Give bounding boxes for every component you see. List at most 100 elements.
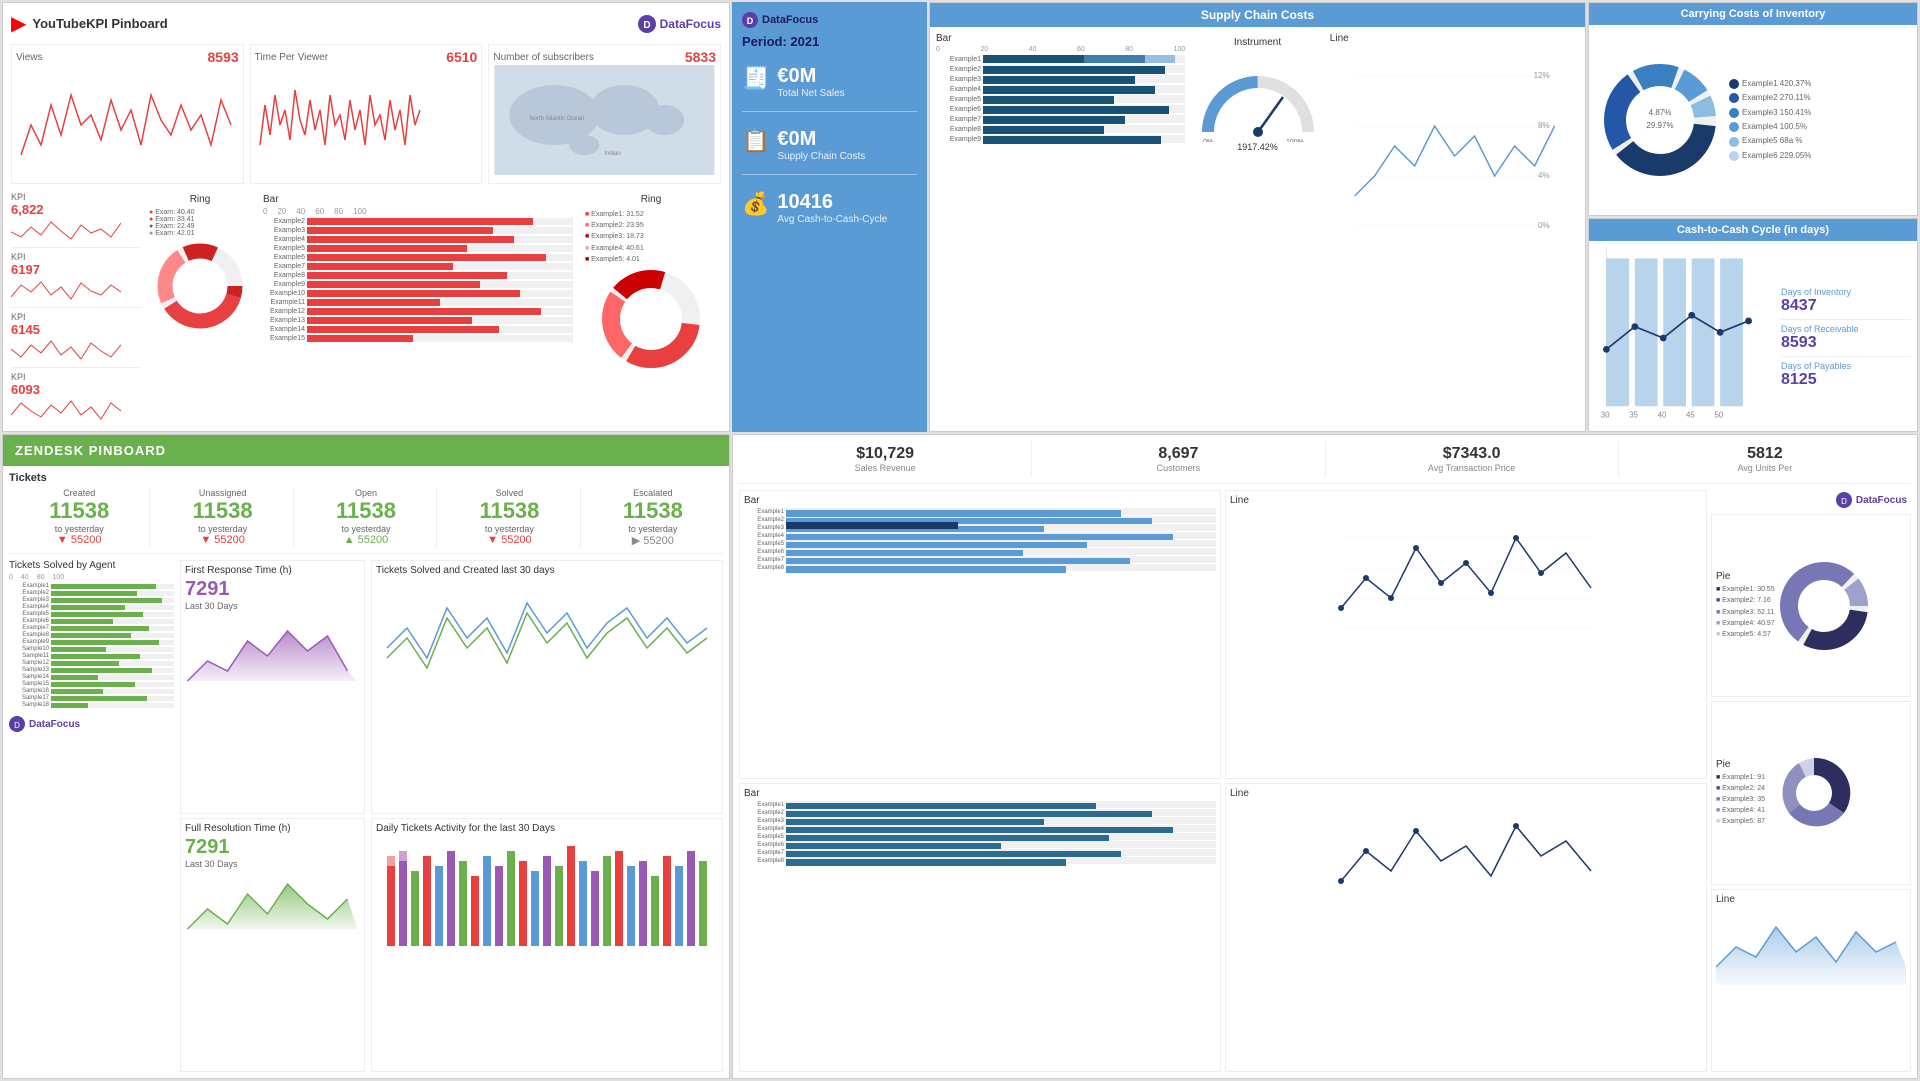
full-resolution-title: Full Resolution Time (h) [185, 823, 360, 834]
first-response-section: First Response Time (h) 7291 Last 30 Day… [180, 560, 365, 814]
bar-chart-section: Bar 020406080100 // Will be rendered inl… [259, 190, 577, 420]
df-logo-icon: D [742, 12, 758, 28]
ra-line-1-label: Line [1230, 495, 1702, 506]
supply-chain-title: Supply Chain Costs [930, 3, 1585, 27]
ra-line-1: Line [1225, 490, 1707, 779]
ra-sales-revenue: $10,729 Sales Revenue [739, 441, 1032, 477]
ticket-escalated-sub2: ▶ 55200 [587, 534, 719, 547]
svg-text:29.97%: 29.97% [1646, 121, 1673, 130]
ra-avg-transaction: $7343.0 Avg Transaction Price [1326, 441, 1619, 477]
ticket-col-unassigned: Unassigned 11538 to yesterday ▼ 55200 [152, 488, 293, 547]
svg-text:D: D [643, 20, 650, 31]
c2c-bar-chart: 30 35 40 45 50 [1595, 247, 1777, 429]
ticket-columns: Created 11538 to yesterday ▼ 55200 Unass… [9, 488, 723, 554]
ticket-solved-sub2: ▼ 55200 [443, 534, 575, 546]
days-payables: Days of Payables 8125 [1781, 361, 1911, 389]
views-kpi: Views 8593 [11, 44, 244, 184]
ticket-solved-value: 11538 [443, 498, 575, 524]
ra-bar-1-items: Example1 Example2 Example3 Example4 Exam… [744, 508, 1216, 571]
gauge-value: 1917.42% [1237, 142, 1278, 152]
solved-created-section: Tickets Solved and Created last 30 days [371, 560, 723, 814]
ra-df-label: DataFocus [1856, 495, 1907, 506]
ra-line-chart-1 [1230, 508, 1702, 638]
ticket-unassigned-sub: to yesterday [156, 524, 288, 534]
kpi-item-2-label: KPI [11, 252, 141, 262]
kpi-item-2-value: 6197 [11, 262, 141, 277]
ra-line-chart-3 [1716, 907, 1906, 987]
first-response-title: First Response Time (h) [185, 565, 360, 576]
first-response-sub: Last 30 Days [185, 601, 360, 611]
svg-text:D: D [1841, 497, 1847, 506]
world-map: North Atlantic Ocean Indian [493, 65, 716, 175]
svg-text:North Atlantic Ocean: North Atlantic Ocean [530, 116, 585, 122]
gauge-chart: 0% 100% [1198, 52, 1318, 142]
ticket-open-sub2: ▲ 55200 [300, 534, 432, 546]
svg-text:35: 35 [1629, 411, 1638, 420]
svg-text:0%: 0% [1203, 139, 1213, 142]
tickets-label: Tickets [9, 472, 723, 484]
pie-1-label: Pie [1716, 571, 1775, 582]
time-per-viewer-label: Time Per Viewer [255, 52, 328, 63]
svg-text:30: 30 [1601, 411, 1610, 420]
kpi-sparkline-1 [11, 217, 121, 245]
svg-text:100%: 100% [1286, 139, 1304, 142]
bar-label: Bar [263, 194, 573, 205]
ticket-col-open: Open 11538 to yesterday ▲ 55200 [296, 488, 437, 547]
views-label: Views [16, 52, 43, 63]
kpi-item-1-value: 6,822 [11, 202, 141, 217]
ring-svg-2 [601, 269, 701, 369]
days-inventory-value: 8437 [1781, 297, 1911, 315]
agent-tickets-title: Tickets Solved by Agent [9, 560, 174, 571]
ring-label: Ring [190, 194, 211, 205]
solved-created-chart [376, 578, 718, 688]
ticket-created-sub2: ▼ 55200 [13, 534, 145, 546]
days-inventory-label: Days of Inventory [1781, 287, 1911, 297]
days-inventory: Days of Inventory 8437 [1781, 287, 1911, 320]
svg-text:50: 50 [1714, 411, 1723, 420]
datafocus-blue-panel: D DataFocus Period: 2021 🧾 €0M Total Net… [732, 2, 927, 432]
zendesk-df-label: DataFocus [29, 719, 80, 730]
sc-line: Line 12% 8% 4% 0% [1330, 33, 1579, 425]
ticket-created-label: Created [13, 488, 145, 498]
ticket-solved-sub: to yesterday [443, 524, 575, 534]
ring-chart-1: Ring ● Exam: 40.40 ● Exam: 33.41 ● Exam:… [145, 190, 255, 420]
days-payables-label: Days of Payables [1781, 361, 1911, 371]
ra-charts-grid: Bar Example1 Example2 Example3 Example4 … [739, 490, 1911, 1072]
df-bottom-logo: D [9, 716, 25, 732]
subscribers-label: Number of subscribers [493, 52, 594, 63]
first-response-value: 7291 [185, 578, 360, 601]
pie-svg-1 [1779, 561, 1869, 651]
youtube-icon: ▶ [11, 11, 26, 36]
ring2-label: Ring [641, 194, 662, 205]
ticket-unassigned-sub2: ▼ 55200 [156, 534, 288, 546]
kpi-list: KPI 6,822 KPI 6197 KPI 6145 [11, 190, 141, 420]
views-chart [16, 65, 239, 175]
ra-line-2-label: Line [1230, 788, 1702, 799]
ra-line-col: Line [1225, 490, 1707, 1072]
full-resolution-sub: Last 30 Days [185, 859, 360, 869]
ra-bar-2: Bar Example1 Example2 Example3 Example4 … [739, 783, 1221, 1072]
carrying-costs-donut: 4.87% 29.97% [1595, 60, 1725, 180]
ra-bar-2-items: Example1 Example2 Example3 Example4 Exam… [744, 801, 1216, 864]
df-period: Period: 2021 [742, 34, 917, 49]
kpi-item-4-value: 6093 [11, 382, 141, 397]
full-resolution-chart [185, 869, 360, 949]
df-metric-1-value: €0M [777, 65, 844, 88]
ra-bar-2-label: Bar [744, 788, 1216, 799]
customers-label: Customers [1036, 463, 1320, 473]
carrying-costs-title: Carrying Costs of Inventory [1589, 3, 1917, 25]
ticket-open-sub: to yesterday [300, 524, 432, 534]
sales-revenue-label: Sales Revenue [743, 463, 1027, 473]
ra-bar-1: Bar Example1 Example2 Example3 Example4 … [739, 490, 1221, 779]
df-metric-3: 💰 10416 Avg Cash-to-Cash-Cycle [742, 191, 917, 225]
time-per-viewer-value: 6510 [446, 49, 477, 65]
ra-line-3-label: Line [1716, 894, 1906, 905]
df-metric-1: 🧾 €0M Total Net Sales [742, 65, 917, 112]
ticket-escalated-sub: to yesterday [587, 524, 719, 534]
ra-avg-units: 5812 Avg Units Per [1619, 441, 1911, 477]
kpi-item-2: KPI 6197 [11, 250, 141, 308]
cash-to-cash-title: Cash-to-Cash Cycle (in days) [1589, 219, 1917, 241]
zendesk-board: ZENDESK PINBOARD Tickets Created 11538 t… [2, 434, 730, 1079]
youtube-board: ▶ YouTubeKPI Pinboard D DataFocus Views … [2, 2, 730, 432]
daily-activity-chart [376, 836, 718, 946]
